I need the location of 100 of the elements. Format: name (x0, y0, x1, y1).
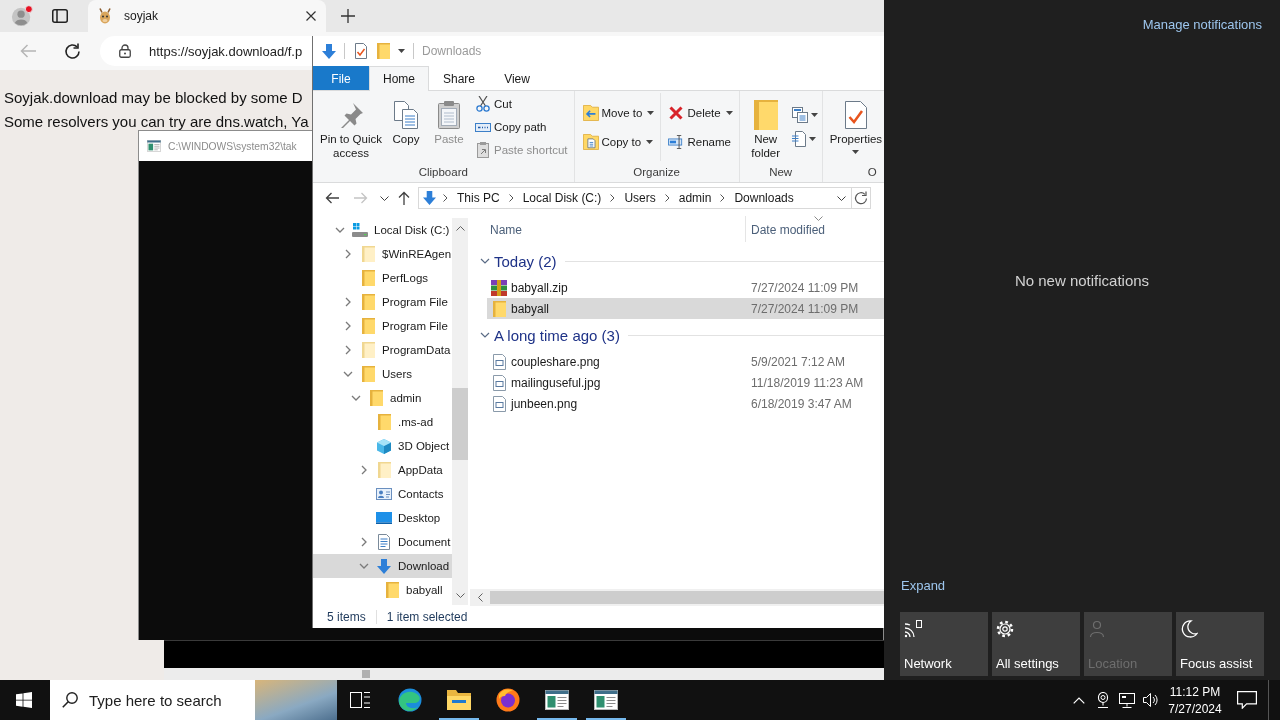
tree-item[interactable]: Desktop (313, 506, 452, 530)
monitor-icon[interactable] (1119, 692, 1135, 708)
ribbon-button[interactable]: Copy (386, 93, 426, 146)
tree-item[interactable]: .ms-ad (313, 410, 452, 434)
ribbon-button[interactable]: Move to (580, 100, 657, 125)
clock-time[interactable]: 11:12 PM (1169, 684, 1221, 699)
sidebar-panel-icon[interactable] (52, 9, 68, 23)
ribbon-button[interactable]: Copy path (473, 116, 570, 138)
speech-bubble-icon[interactable] (1237, 691, 1257, 709)
address-bar[interactable]: This PC Local Disk (C:) Users admin Downloads (418, 187, 852, 209)
breadcrumb[interactable]: Local Disk (C:) (522, 191, 602, 205)
close-icon[interactable] (306, 11, 316, 21)
ribbon-tab[interactable]: Share (429, 66, 490, 90)
breadcrumb[interactable]: admin (678, 191, 712, 205)
breadcrumb[interactable]: Users (624, 191, 656, 205)
tree-item[interactable]: Download (313, 554, 452, 578)
up-arrow-icon[interactable] (398, 191, 410, 205)
back-arrow-icon[interactable] (325, 192, 339, 204)
faded-folder-icon (361, 342, 375, 358)
search-bar[interactable]: Type here to search (50, 680, 337, 720)
search-field[interactable]: Type here to search (89, 689, 255, 711)
tree-item[interactable]: 3D Object (313, 434, 452, 458)
scroll-down-icon[interactable] (455, 592, 465, 598)
chevron-right-icon[interactable] (361, 465, 367, 475)
profile-avatar-icon[interactable] (11, 5, 33, 27)
document-icon[interactable] (791, 131, 806, 147)
tree-item[interactable]: admin (313, 386, 452, 410)
file-row[interactable]: babyall 7/27/2024 11:09 PM (487, 298, 884, 319)
ribbon-button[interactable]: Rename (666, 129, 735, 154)
scroll-up-icon[interactable] (455, 225, 465, 231)
window-title: Downloads (422, 44, 482, 58)
file-row[interactable]: coupleshare.png 5/9/2021 7:12 AM (487, 351, 884, 372)
tree-item[interactable]: Program File (313, 290, 452, 314)
clock-date[interactable]: 7/27/2024 (1168, 701, 1222, 716)
chevron-up-icon[interactable] (1073, 696, 1085, 704)
group-header[interactable]: A long time ago (3) (494, 326, 620, 344)
caret-icon[interactable] (808, 137, 816, 141)
file-tab[interactable]: File (313, 66, 369, 90)
chevron-down-icon[interactable] (480, 258, 490, 264)
chevron-right-icon[interactable] (345, 297, 351, 307)
ribbon-tab[interactable]: Home (369, 66, 429, 91)
dropdown-chevron-icon[interactable] (837, 195, 846, 201)
scroll-left-icon[interactable] (477, 593, 483, 602)
tree-item[interactable]: Local Disk (C:) (313, 218, 452, 242)
breadcrumb[interactable]: Downloads (734, 191, 794, 205)
file-row[interactable]: mailinguseful.jpg 11/18/2019 11:23 AM (487, 372, 884, 393)
chevron-right-icon[interactable] (345, 249, 351, 259)
ribbon-button[interactable]: New folder (745, 93, 786, 160)
quick-action-tile[interactable]: Focus assist (1176, 612, 1264, 676)
download-arrow-icon[interactable] (322, 43, 336, 59)
browser-tab[interactable]: soyjak (88, 0, 326, 32)
caret-icon[interactable] (398, 49, 405, 53)
ribbon-button[interactable]: Cut (473, 93, 570, 115)
ribbon-button[interactable]: Delete (666, 100, 735, 125)
chevron-down-icon[interactable] (379, 195, 389, 201)
tree-item[interactable]: babyall (313, 578, 452, 602)
checked-document-icon[interactable] (355, 43, 367, 59)
ribbon-button[interactable]: Properties (828, 93, 884, 154)
window-icon[interactable] (594, 690, 618, 710)
column-header[interactable]: Name (490, 216, 745, 242)
tree-item[interactable]: AppData (313, 458, 452, 482)
swirl-circle-icon[interactable] (398, 688, 422, 712)
scrollbar-thumb[interactable] (490, 591, 884, 604)
folder-icon[interactable] (447, 690, 471, 710)
expand-link[interactable]: Expand (901, 578, 946, 594)
file-row[interactable]: junbeen.png 6/18/2019 3:47 AM (487, 393, 884, 414)
speaker-icon[interactable] (1143, 693, 1159, 707)
chevron-right-icon[interactable] (361, 537, 367, 547)
tree-item[interactable]: Document (313, 530, 452, 554)
task-view-icon[interactable] (350, 692, 370, 708)
breadcrumb[interactable]: This PC (457, 191, 500, 205)
tree-item[interactable]: Contacts (313, 482, 452, 506)
tree-item[interactable]: PerfLogs (313, 266, 452, 290)
scrollbar-thumb[interactable] (452, 388, 468, 460)
ribbon-tab[interactable]: View (489, 66, 546, 90)
overlapping-pages-icon[interactable] (791, 107, 808, 123)
file-row[interactable]: babyall.zip 7/27/2024 11:09 PM (487, 277, 884, 298)
caret-icon[interactable] (810, 113, 818, 117)
address-bar[interactable]: https://soyjak.download/f.p (100, 36, 312, 66)
group-header[interactable]: Today (2) (494, 252, 557, 270)
quick-action-tile[interactable]: Network (900, 612, 988, 676)
ribbon-button[interactable]: Pin to Quick access (319, 93, 383, 160)
chevron-down-icon[interactable] (480, 332, 490, 338)
webcam-icon[interactable] (1096, 692, 1110, 708)
tree-item[interactable]: $WinREAgen (313, 242, 452, 266)
windows-logo-icon[interactable] (16, 692, 32, 708)
tree-item[interactable]: Users (313, 362, 452, 386)
tree-item[interactable]: ProgramData (313, 338, 452, 362)
plus-icon[interactable] (341, 9, 355, 23)
chevron-right-icon[interactable] (345, 321, 351, 331)
flame-globe-icon[interactable] (496, 688, 520, 712)
chevron-right-icon[interactable] (345, 345, 351, 355)
quick-action-tile[interactable]: All settings (992, 612, 1080, 676)
moon-icon (1180, 620, 1198, 638)
ribbon-button[interactable]: Copy to (580, 129, 657, 154)
manage-notifications-link[interactable]: Manage notifications (1142, 17, 1262, 33)
tree-item[interactable]: Program File (313, 314, 452, 338)
window-icon[interactable] (545, 690, 569, 710)
refresh-button[interactable] (852, 187, 871, 209)
refresh-icon[interactable] (63, 42, 81, 60)
